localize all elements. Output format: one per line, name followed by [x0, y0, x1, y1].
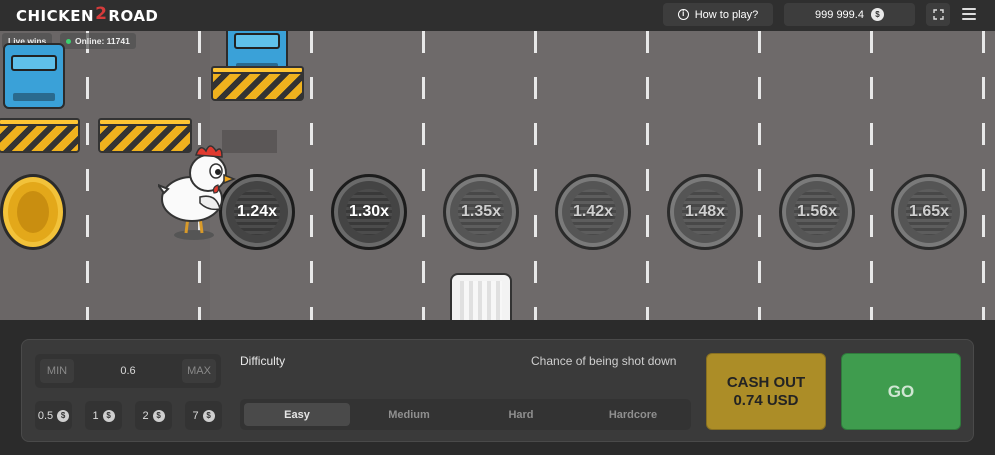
lane-divider — [758, 31, 761, 320]
multiplier-label: 1.42x — [572, 203, 614, 220]
top-bar: CHICKEN2ROAD i How to play? 999 999.4 $ — [0, 0, 995, 31]
difficulty-hardcore[interactable]: Hardcore — [580, 403, 686, 426]
multiplier-manhole[interactable]: 1.65x — [891, 174, 967, 250]
cash-out-amount: 0.74 USD — [733, 391, 799, 409]
multiplier-manhole[interactable]: 1.35x — [443, 174, 519, 250]
bet-amount-input[interactable]: MIN 0.6 MAX — [35, 354, 221, 388]
fullscreen-icon — [932, 9, 944, 20]
logo-text-road: ROAD — [108, 7, 159, 25]
quick-bet-button[interactable]: 0.5 $ — [35, 401, 72, 430]
lane-divider — [310, 31, 313, 320]
quick-bet-value: 7 — [192, 409, 199, 422]
cash-out-button[interactable]: CASH OUT 0.74 USD — [706, 353, 826, 430]
quick-bet-button[interactable]: 1 $ — [85, 401, 122, 430]
balance-value: 999 999.4 — [815, 8, 864, 21]
difficulty-selector: Easy Medium Hard Hardcore — [240, 399, 691, 430]
max-bet-button[interactable]: MAX — [182, 359, 216, 383]
multiplier-label: 1.24x — [236, 203, 278, 220]
difficulty-title: Difficulty — [240, 354, 286, 368]
quick-bet-button[interactable]: 2 $ — [135, 401, 172, 430]
logo-text-chicken: CHICKEN — [16, 7, 95, 25]
difficulty-hard[interactable]: Hard — [468, 403, 574, 426]
bet-control-panel: MIN 0.6 MAX 0.5 $ 1 $ 2 $ 7 $ Difficulty Cha… — [21, 339, 974, 442]
logo-text-two: 2 — [95, 4, 108, 24]
multiplier-label: 1.30x — [348, 203, 390, 220]
multiplier-manhole[interactable]: 1.48x — [667, 174, 743, 250]
game-road: Live wins Online: 11741 1.24x 1.30x 1.35… — [0, 31, 995, 320]
multiplier-label: 1.65x — [908, 203, 950, 220]
start-golden-manhole — [0, 174, 66, 250]
dollar-coin-icon: $ — [202, 409, 215, 422]
online-status-dot — [66, 39, 71, 45]
multiplier-manhole[interactable]: 1.42x — [555, 174, 631, 250]
how-to-play-label: How to play? — [694, 8, 759, 21]
quick-bet-value: 1 — [92, 409, 99, 422]
blue-truck — [3, 43, 65, 109]
quick-bet-value: 2 — [142, 409, 149, 422]
multiplier-manhole[interactable]: 1.30x — [331, 174, 407, 250]
min-bet-button[interactable]: MIN — [40, 359, 74, 383]
bet-amount-value[interactable]: 0.6 — [95, 354, 161, 388]
multiplier-manhole[interactable]: 1.56x — [779, 174, 855, 250]
dollar-coin-icon: $ — [870, 8, 884, 21]
lane-divider — [534, 31, 537, 320]
chicken-character-icon — [158, 145, 237, 240]
how-to-play-button[interactable]: i How to play? — [663, 3, 773, 26]
road-barrier — [0, 118, 80, 153]
road-barrier — [211, 66, 304, 101]
dollar-coin-icon: $ — [57, 409, 70, 422]
difficulty-medium[interactable]: Medium — [356, 403, 462, 426]
fullscreen-button[interactable] — [926, 3, 950, 26]
lane-divider — [982, 31, 985, 320]
game-logo: CHICKEN2ROAD — [16, 4, 159, 26]
difficulty-easy[interactable]: Easy — [244, 403, 350, 426]
go-button[interactable]: GO — [841, 353, 961, 430]
info-icon: i — [677, 9, 689, 20]
hamburger-menu-icon[interactable] — [962, 8, 976, 20]
quick-bet-button[interactable]: 7 $ — [185, 401, 222, 430]
online-count-badge: Online: 11741 — [60, 33, 136, 49]
balance-display: 999 999.4 $ — [784, 3, 915, 26]
lane-divider — [422, 31, 425, 320]
lane-divider — [86, 31, 89, 320]
quick-bet-value: 0.5 — [37, 409, 54, 422]
white-truck — [450, 273, 512, 320]
multiplier-label: 1.35x — [460, 203, 502, 220]
online-count-label: Online: 11741 — [75, 36, 130, 46]
dollar-coin-icon: $ — [152, 409, 165, 422]
lane-divider — [870, 31, 873, 320]
multiplier-label: 1.48x — [684, 203, 726, 220]
chance-label: Chance of being shot down — [531, 354, 677, 368]
dollar-coin-icon: $ — [102, 409, 115, 422]
cash-out-label: CASH OUT — [726, 373, 806, 391]
multiplier-label: 1.56x — [796, 203, 838, 220]
lane-divider — [646, 31, 649, 320]
